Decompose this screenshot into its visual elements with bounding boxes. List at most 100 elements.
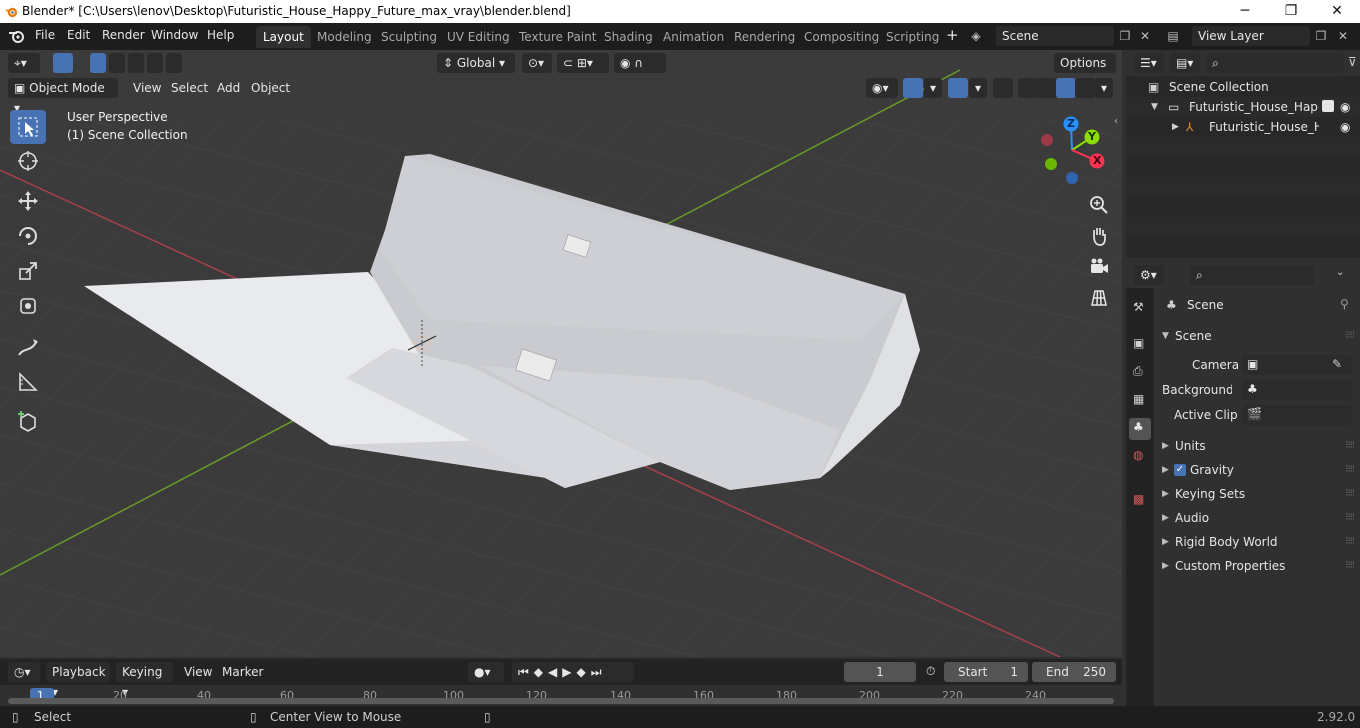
tool-rotate[interactable] (10, 219, 46, 253)
pan-button[interactable] (1086, 223, 1112, 249)
tool-annotate[interactable] (10, 330, 46, 364)
tab-compositing[interactable]: Compositing (797, 26, 886, 48)
tab-rendering[interactable]: Rendering (727, 26, 802, 48)
pivot-point-icon[interactable]: ⊙▾ (522, 53, 552, 73)
properties-editor-type-icon[interactable]: ⚙▾ (1134, 265, 1164, 285)
drag-grip-icon[interactable]: ⁝⁝⁝⁝ (1345, 324, 1355, 348)
chevron-down-icon[interactable]: ⌄ (1336, 267, 1344, 278)
keying-menu[interactable]: Keying ▾ (116, 662, 173, 699)
tool-move[interactable] (10, 184, 46, 218)
start-frame-field[interactable]: Start 1 (944, 662, 1028, 682)
navigation-gizmo[interactable] (1036, 114, 1116, 190)
tool-select-box[interactable] (10, 110, 46, 144)
timeline-scrollbar[interactable] (8, 698, 1114, 704)
overlays-dropdown-icon[interactable]: ▾ (969, 78, 987, 98)
pin-icon[interactable]: ⚲ (1340, 297, 1349, 311)
select-mode-intersect-icon[interactable] (166, 53, 182, 73)
visibility-icon[interactable]: ◉▾ (866, 78, 898, 98)
panel-custom-properties[interactable]: ▶ Custom Properties ⁝⁝⁝⁝ (1154, 554, 1360, 578)
sidebar-toggle-icon[interactable]: ‹ (1114, 116, 1118, 127)
mode-dropdown[interactable]: ▣ Object Mode ▾ (8, 78, 118, 115)
panel-gravity[interactable]: ▶ ✓ Gravity ⁝⁝⁝⁝ (1154, 458, 1360, 482)
drag-grip-icon[interactable]: ⁝⁝⁝⁝ (1345, 530, 1355, 554)
outliner-row-collection[interactable]: ▼ ▭ Futuristic_House_Happy ◉ (1126, 97, 1360, 117)
camera-view-button[interactable] (1086, 254, 1112, 280)
panel-scene-header[interactable]: ▼ Scene ⁝⁝⁝⁝ (1154, 324, 1360, 348)
view-layer-selector[interactable]: View Layer (1192, 26, 1310, 46)
scene-selector[interactable]: Scene (996, 26, 1114, 46)
timeline-editor-type-icon[interactable]: ◷▾ (8, 662, 40, 682)
xray-toggle-icon[interactable] (993, 78, 1013, 98)
playback-menu[interactable]: Playback ▾ (46, 662, 110, 699)
tool-transform[interactable] (10, 289, 46, 323)
select-mode-invert-icon[interactable] (147, 53, 163, 73)
menu-edit[interactable]: Edit (67, 28, 90, 42)
expand-down-icon[interactable]: ▼ (1151, 97, 1158, 117)
menu-window[interactable]: Window (151, 28, 198, 42)
delete-scene-icon[interactable]: ✕ (1135, 26, 1155, 46)
tab-modeling[interactable]: Modeling (310, 26, 379, 48)
ortho-toggle-button[interactable] (1086, 285, 1112, 311)
timeline-menu-view[interactable]: View (184, 665, 212, 679)
display-mode-icon[interactable]: ▤▾ (1170, 53, 1200, 73)
shading-dropdown-icon[interactable]: ▾ (1095, 78, 1113, 98)
tool-scale[interactable] (10, 254, 46, 288)
3d-viewport[interactable]: ⌖▾ ⇕ Global ▾ ⊙▾ ⊂ ⊞▾ ◉ ∩ Options ▾ ▣ Ob… (0, 50, 1122, 657)
panel-audio[interactable]: ▶ Audio ⁝⁝⁝⁝ (1154, 506, 1360, 530)
tool-cursor[interactable] (10, 144, 46, 178)
select-mode-subtract-icon[interactable] (128, 53, 144, 73)
select-mode-extend-icon[interactable] (109, 53, 125, 73)
tab-animation[interactable]: Animation (656, 26, 731, 48)
end-frame-field[interactable]: End 250 (1032, 662, 1116, 682)
current-frame-field[interactable]: 1 (844, 662, 916, 682)
tab-uv-editing[interactable]: UV Editing (440, 26, 517, 48)
tab-shading[interactable]: Shading (597, 26, 660, 48)
gravity-checkbox[interactable]: ✓ (1174, 464, 1186, 476)
view-layer-icon[interactable]: ▤ (1163, 26, 1183, 46)
drag-grip-icon[interactable]: ⁝⁝⁝⁝ (1345, 434, 1355, 458)
shading-rendered-icon[interactable] (1075, 78, 1095, 98)
active-clip-field[interactable]: 🎬 (1242, 405, 1352, 425)
select-tool-icon[interactable] (53, 53, 73, 73)
panel-units[interactable]: ▶ Units ⁝⁝⁝⁝ (1154, 434, 1360, 458)
tab-texture-paint[interactable]: Texture Paint (512, 26, 603, 48)
maximize-button[interactable]: ❐ (1268, 0, 1314, 23)
tool-measure[interactable] (10, 365, 46, 399)
new-view-layer-icon[interactable]: ❐ (1311, 26, 1331, 46)
blender-menu-icon[interactable] (8, 28, 26, 44)
tab-sculpting[interactable]: Sculpting (374, 26, 444, 48)
gizmo-dropdown-icon[interactable]: ▾ (924, 78, 942, 98)
properties-search-input[interactable]: ⌕ (1190, 265, 1314, 285)
transform-orientation-dropdown[interactable]: ⇕ Global ▾ (437, 53, 515, 73)
options-dropdown[interactable]: Options ▾ (1054, 53, 1116, 90)
playback-controls[interactable]: ⏮◆◀▶◆⏭ (512, 662, 634, 682)
viewport-menu-view[interactable]: View (133, 81, 161, 95)
auto-keying-icon[interactable]: ●▾ (468, 662, 504, 682)
expand-right-icon[interactable]: ▶ (1172, 117, 1179, 137)
menu-help[interactable]: Help (207, 28, 234, 42)
outliner-row-object[interactable]: ▶ ⅄ Futuristic_House_Ha ◉ (1126, 117, 1360, 137)
drag-grip-icon[interactable]: ⁝⁝⁝⁝ (1345, 554, 1355, 578)
shading-material-preview-icon[interactable] (1056, 78, 1076, 98)
outliner-row-scene-collection[interactable]: ▣ Scene Collection (1126, 77, 1360, 97)
shading-solid-icon[interactable] (1037, 78, 1057, 98)
eye-icon[interactable]: ◉ (1340, 117, 1350, 137)
delete-view-layer-icon[interactable]: ✕ (1333, 26, 1353, 46)
stopwatch-icon[interactable]: ⏱ (926, 664, 935, 679)
drag-grip-icon[interactable]: ⁝⁝⁝⁝ (1345, 506, 1355, 530)
snap-icon[interactable]: ⊂ ⊞▾ (557, 53, 609, 73)
eyedropper-icon[interactable]: ✎ (1332, 357, 1342, 371)
tab-scripting[interactable]: Scripting (879, 26, 946, 48)
add-workspace-icon[interactable]: + (946, 26, 959, 44)
menu-render[interactable]: Render (102, 28, 145, 42)
outliner-editor-type-icon[interactable]: ☰▾ (1134, 53, 1164, 73)
background-scene-field[interactable]: ♣ (1242, 380, 1352, 400)
show-overlays-icon[interactable] (948, 78, 968, 98)
editor-type-icon[interactable]: ⌖▾ (8, 53, 40, 73)
shading-wireframe-icon[interactable] (1018, 78, 1038, 98)
timeline-menu-marker[interactable]: Marker (222, 665, 263, 679)
eye-icon[interactable]: ◉ (1340, 97, 1350, 117)
drag-grip-icon[interactable]: ⁝⁝⁝⁝ (1345, 458, 1355, 482)
proportional-edit-icon[interactable]: ◉ ∩ (614, 53, 666, 73)
panel-keying-sets[interactable]: ▶ Keying Sets ⁝⁝⁝⁝ (1154, 482, 1360, 506)
